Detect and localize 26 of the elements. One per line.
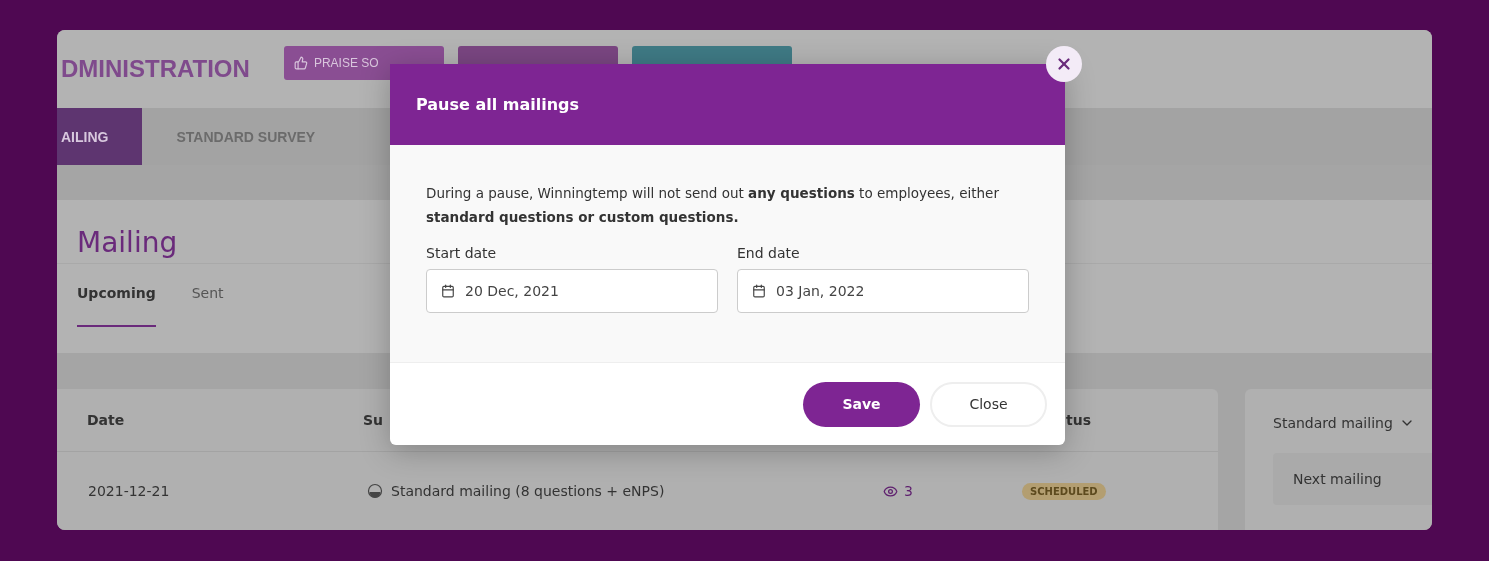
- close-icon: [1055, 55, 1073, 73]
- list-item[interactable]: Next mailing: [1273, 453, 1432, 505]
- gauge-icon: [367, 483, 383, 499]
- date-field[interactable]: 20 Dec, 2021: [426, 269, 718, 313]
- save-button[interactable]: Save: [803, 381, 920, 427]
- field-label: End date: [737, 245, 801, 261]
- nav-tab[interactable]: AILING: [57, 108, 143, 165]
- column-header: tus: [1066, 412, 1091, 428]
- field-label: Start date: [426, 245, 498, 261]
- close-button[interactable]: Close: [930, 381, 1047, 427]
- calendar-icon: [752, 284, 766, 298]
- dialog-title: Pause all mailings: [390, 64, 1065, 145]
- view-count: 3: [904, 483, 913, 499]
- date-field[interactable]: 03 Jan, 2022: [737, 269, 1029, 313]
- column-header: Date: [87, 412, 125, 428]
- table-cell: Standard mailing (8 questions + eNPS): [391, 483, 665, 499]
- app-title: DMINISTRATION: [61, 55, 250, 83]
- tab[interactable]: Sent: [191, 264, 224, 327]
- tab[interactable]: Upcoming: [77, 264, 156, 327]
- column-header: Su: [363, 412, 384, 428]
- thumbs-up-icon: [293, 56, 308, 70]
- mailing-dropdown[interactable]: Standard mailing: [1273, 415, 1432, 431]
- table-cell: 2021-12-21: [88, 483, 170, 499]
- status-badge: SCHEDULED: [1022, 482, 1106, 500]
- calendar-icon: [441, 284, 455, 298]
- eye-icon: [883, 483, 898, 499]
